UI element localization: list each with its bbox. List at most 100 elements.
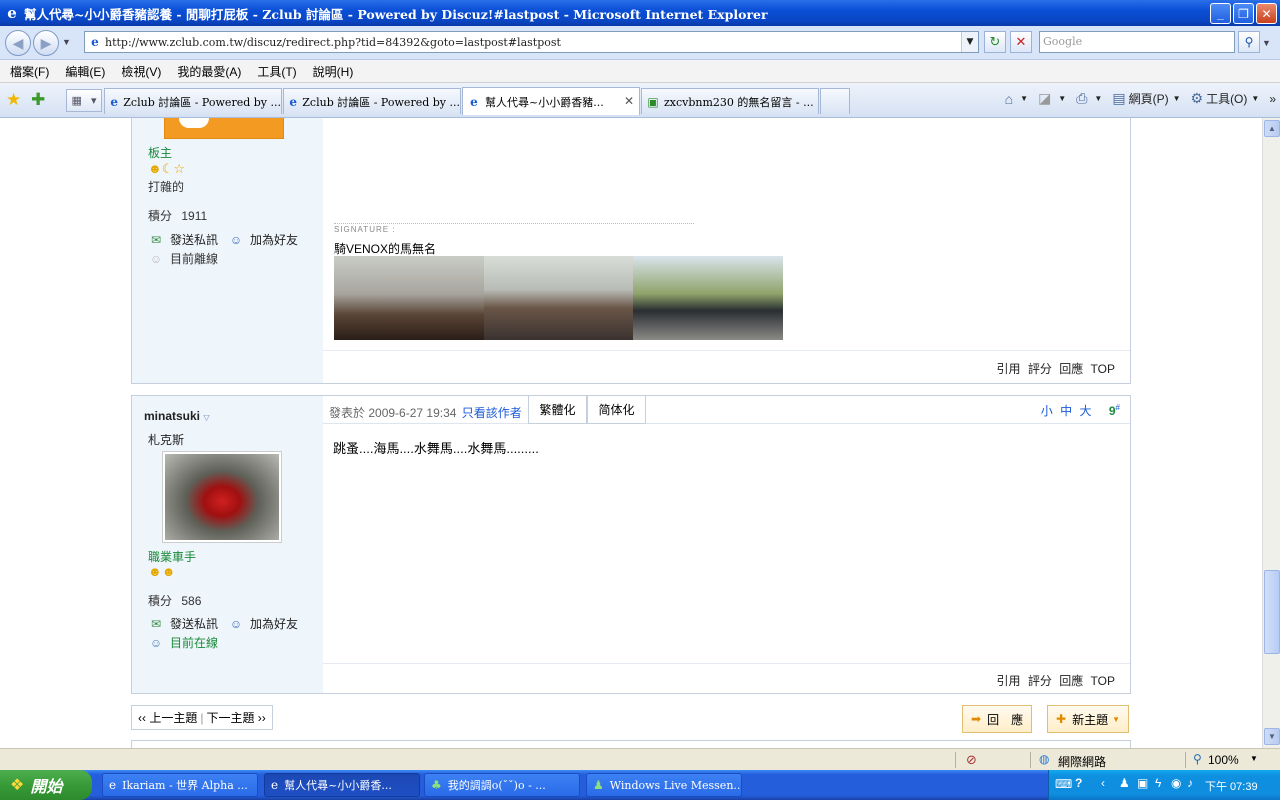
task-messenger[interactable]: ♟ Windows Live Messen... <box>586 773 742 797</box>
favorites-star-icon[interactable]: ★ <box>6 90 21 110</box>
window-title-bar[interactable]: e 幫人代尋~小小爵香豬認養 - 閒聊打屁板 - Zclub 討論區 - Pow… <box>0 0 1280 26</box>
page-menu-button[interactable]: ▤ 網頁(P) ▼ <box>1112 90 1180 107</box>
prev-topic-link[interactable]: ‹‹ 上一主題 <box>138 709 197 726</box>
simplified-button[interactable]: 简体化 <box>587 396 646 424</box>
clock[interactable]: 下午 07:39 <box>1205 778 1258 794</box>
tools-menu-label: 工具(O) <box>1206 92 1248 106</box>
start-button[interactable]: ❖ 開始 <box>0 770 92 800</box>
zoom-level[interactable]: 100% <box>1208 753 1239 767</box>
vertical-scrollbar[interactable]: ▲ ▼ <box>1262 118 1280 748</box>
signature-label: SIGNATURE : <box>334 225 396 234</box>
privacy-icon[interactable]: ⊘ <box>966 752 977 768</box>
stop-button[interactable]: ✕ <box>1010 31 1032 53</box>
new-tab-button[interactable] <box>820 88 850 114</box>
maximize-button[interactable]: ❐ <box>1233 3 1254 24</box>
top-link[interactable]: TOP <box>1091 362 1115 376</box>
signature-photo[interactable] <box>484 256 633 340</box>
new-topic-button[interactable]: ✚ 新主題 ▼ <box>1047 705 1129 733</box>
tab-zclub-1[interactable]: e Zclub 討論區 - Powered by ... <box>104 88 282 114</box>
forward-button[interactable]: ▶ <box>33 30 59 56</box>
close-button[interactable]: ✕ <box>1256 3 1277 24</box>
back-button[interactable]: ◀ <box>5 30 31 56</box>
font-medium-link[interactable]: 中 <box>1060 404 1072 418</box>
network-tray-icon[interactable]: ▣ <box>1137 776 1148 790</box>
reply-button[interactable]: ➡ 回 應 <box>962 705 1033 733</box>
tab-list-dropdown-icon: ▾ <box>90 95 97 107</box>
search-button[interactable]: ⚲ <box>1238 31 1260 53</box>
home-button[interactable]: ⌂ ▼ <box>1005 91 1028 107</box>
tab-zclub-2[interactable]: e Zclub 討論區 - Powered by ... <box>283 88 461 114</box>
send-pm-link[interactable]: 發送私訊 <box>170 231 218 248</box>
zoom-dropdown-icon[interactable]: ▼ <box>1250 754 1258 763</box>
refresh-button[interactable]: ↻ <box>984 31 1006 53</box>
task-ikariam[interactable]: e Ikariam - 世界 Alpha ... <box>102 773 258 797</box>
reply-link[interactable]: 回應 <box>1059 362 1083 376</box>
lightning-tray-icon[interactable]: ϟ <box>1155 776 1161 790</box>
rate-link[interactable]: 評分 <box>1028 674 1052 688</box>
page-dropdown-icon: ▼ <box>1172 94 1181 103</box>
security-zone: 網際網路 <box>1058 755 1107 769</box>
menu-edit[interactable]: 編輯(E) <box>65 63 105 80</box>
author-avatar[interactable] <box>162 451 282 543</box>
scroll-up-button[interactable]: ▲ <box>1264 120 1280 137</box>
quick-tabs-button[interactable]: ▦ ▾ <box>66 89 102 112</box>
gear-icon: ⚙ <box>1190 90 1204 106</box>
top-link[interactable]: TOP <box>1091 674 1115 688</box>
signature-photo[interactable] <box>334 256 484 340</box>
search-input[interactable]: Google <box>1039 31 1235 53</box>
menu-file[interactable]: 檔案(F) <box>10 63 49 80</box>
page-content: 板主 ☻☾☆ 打雜的 積分 1911 ✉ 發送私訊 ☺ 加為好友 ☺ 目前離線 … <box>0 118 1262 748</box>
tab-close-icon[interactable]: ✕ <box>624 94 634 108</box>
menu-help[interactable]: 說明(H) <box>313 63 354 80</box>
help-icon[interactable]: ? <box>1075 776 1082 790</box>
menu-favorites[interactable]: 我的最愛(A) <box>177 63 241 80</box>
author-menu-icon[interactable]: ▽ <box>203 413 209 422</box>
floor-link[interactable]: # <box>1116 403 1120 412</box>
signature-photo[interactable] <box>633 256 783 340</box>
add-favorite-icon[interactable]: ✚ <box>31 90 45 110</box>
next-topic-link[interactable]: 下一主題 ›› <box>206 709 265 726</box>
history-dropdown-icon[interactable]: ▼ <box>62 37 71 47</box>
rate-link[interactable]: 評分 <box>1028 362 1052 376</box>
task-my-style[interactable]: ♣ 我的調調o(ˇˇ)o - ... <box>424 773 580 797</box>
online-status-row: ☺ 目前離線 <box>148 250 218 267</box>
volume-tray-icon[interactable]: ♪ <box>1187 776 1193 790</box>
quote-link[interactable]: 引用 <box>996 674 1020 688</box>
add-friend-link[interactable]: 加為好友 <box>250 231 298 248</box>
address-dropdown-icon[interactable]: ▼ <box>961 32 978 52</box>
font-large-link[interactable]: 大 <box>1080 404 1092 418</box>
task-pig-adoption[interactable]: e 幫人代尋~小小爵香... <box>264 773 420 797</box>
keyboard-icon[interactable]: ⌨ <box>1055 777 1072 791</box>
only-author-link[interactable]: 只看該作者 <box>462 406 522 420</box>
add-friend-link[interactable]: 加為好友 <box>250 615 298 632</box>
home-icon: ⌂ <box>1004 90 1014 107</box>
tab-active-pig-adoption[interactable]: e 幫人代尋~小小爵香豬... ✕ <box>462 87 640 115</box>
post-body: 發表於 2009-6-27 19:34 只看該作者 繁體化 简体化 小 中 大 … <box>323 396 1130 693</box>
tab-guestbook[interactable]: ▣ zxcvbnm230 的無名留言 - ... <box>641 88 819 114</box>
tray-chevron-icon[interactable]: ‹ <box>1101 776 1105 790</box>
scroll-down-button[interactable]: ▼ <box>1264 728 1280 745</box>
feeds-button[interactable]: ◪ ▼ <box>1038 90 1066 107</box>
author-avatar[interactable] <box>164 118 284 139</box>
command-bar: ⌂ ▼ ◪ ▼ ⎙ ▼ ▤ 網頁(P) ▼ ⚙ 工具(O) ▼ » <box>1005 90 1280 107</box>
search-options-dropdown-icon[interactable]: ▼ <box>1262 38 1271 48</box>
menu-tools[interactable]: 工具(T) <box>257 63 296 80</box>
print-button[interactable]: ⎙ ▼ <box>1076 90 1102 107</box>
antivirus-tray-icon[interactable]: ◉ <box>1171 776 1181 790</box>
minimize-button[interactable]: _ <box>1210 3 1231 24</box>
chevron-more-icon[interactable]: » <box>1269 92 1276 106</box>
messenger-tray-icon[interactable]: ♟ <box>1119 776 1130 790</box>
send-pm-link[interactable]: 發送私訊 <box>170 615 218 632</box>
quote-link[interactable]: 引用 <box>996 362 1020 376</box>
post-body: SIGNATURE : 騎VENOX的馬無名 引用 評分 回應 TOP <box>323 118 1130 383</box>
traditional-button[interactable]: 繁體化 <box>528 396 587 424</box>
author-name[interactable]: minatsuki ▽ <box>144 409 210 423</box>
font-small-link[interactable]: 小 <box>1041 404 1053 418</box>
floor-number: 9 <box>1108 404 1116 418</box>
scroll-thumb[interactable] <box>1264 570 1280 654</box>
address-input[interactable]: e http://www.zclub.com.tw/discuz/redirec… <box>84 31 979 53</box>
menu-view[interactable]: 檢視(V) <box>121 63 161 80</box>
reply-link[interactable]: 回應 <box>1059 674 1083 688</box>
messenger-icon: ♟ <box>593 778 604 792</box>
tools-menu-button[interactable]: ⚙ 工具(O) ▼ <box>1191 90 1260 107</box>
